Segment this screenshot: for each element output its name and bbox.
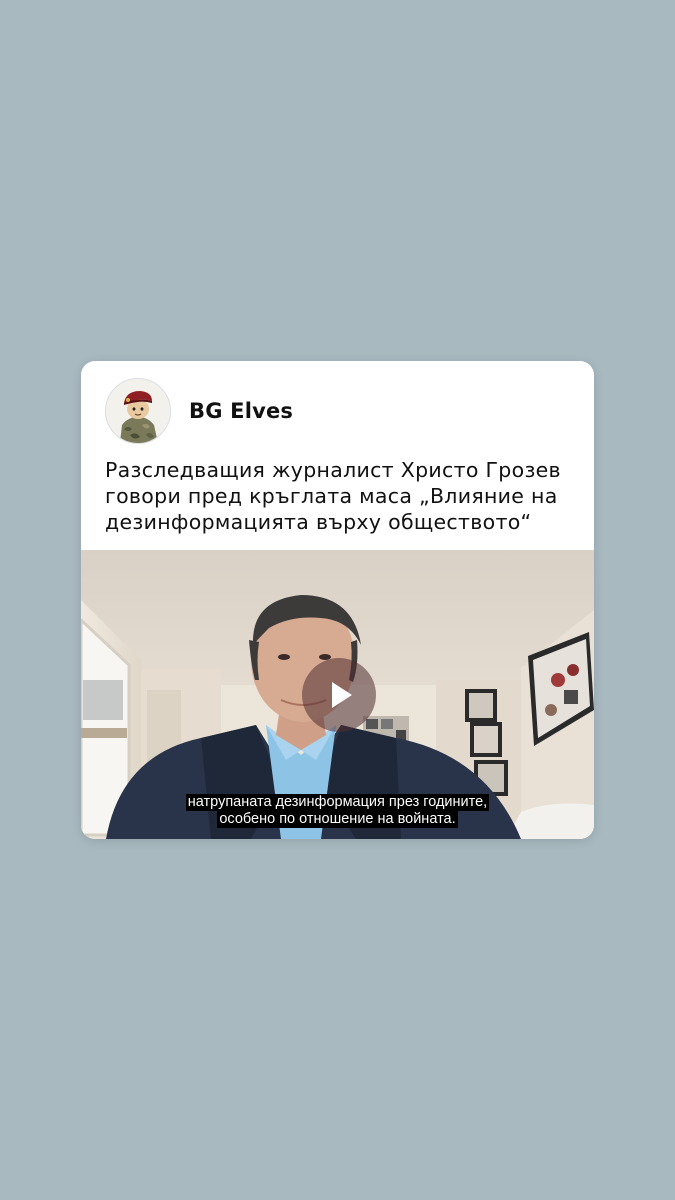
subtitle-line-1: натрупаната дезинформация през годините, — [185, 794, 490, 811]
play-button[interactable] — [302, 658, 376, 732]
video-player[interactable]: натрупаната дезинформация през годините,… — [81, 550, 594, 839]
post-header: BG Elves — [105, 378, 293, 444]
author-avatar[interactable] — [105, 378, 171, 444]
avatar-image — [106, 379, 170, 443]
post-card[interactable]: BG Elves Разследващия журналист Христо Г… — [81, 361, 594, 839]
play-icon — [332, 682, 352, 708]
video-subtitle: натрупаната дезинформация през годините,… — [81, 794, 594, 828]
post-text: Разследващия журналист Христо Грозев гов… — [105, 458, 561, 534]
subtitle-line-2: особено по отношение на войната. — [217, 811, 458, 828]
author-name[interactable]: BG Elves — [189, 399, 293, 423]
